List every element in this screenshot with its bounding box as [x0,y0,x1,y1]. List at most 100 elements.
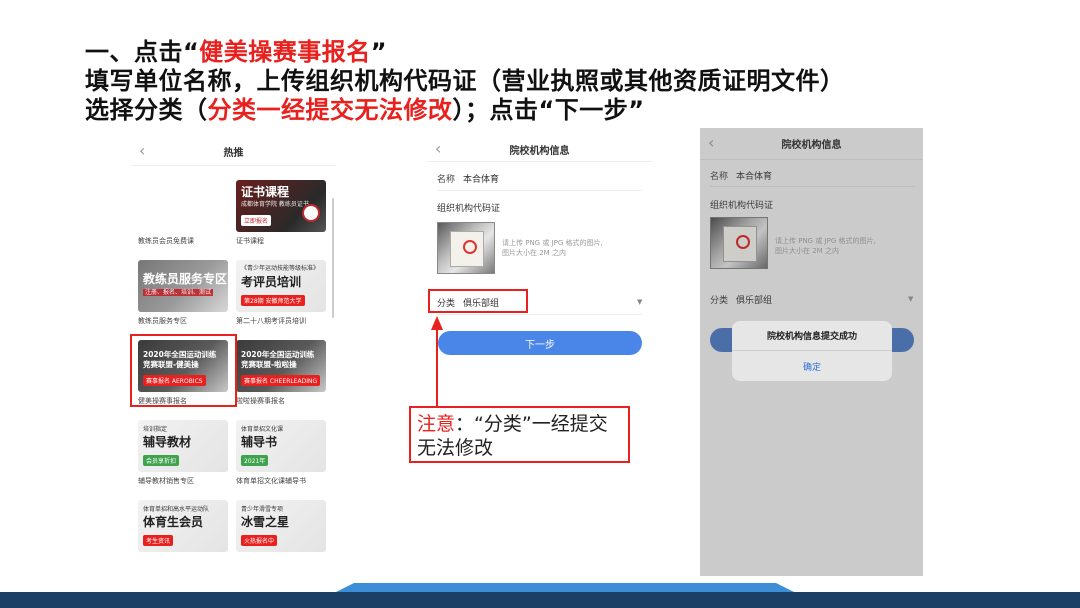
card-tag: 第28期 安徽师范大学 [241,295,305,306]
card-tag: 立即报名 [241,215,272,226]
card-title: 证书课程 [241,185,290,199]
heading-text: 一、点击“ [85,38,200,66]
code-label: 组织机构代码证 [437,204,501,214]
card-title: 教练员服务专区 [143,272,228,286]
heading-highlight: 健美操赛事报名 [199,38,371,66]
highlight-box-category [428,289,528,313]
category-select: 分类 俱乐部组 [710,293,772,306]
divider [437,190,642,191]
card-textbooks[interactable]: 培训指定 辅导教材 会员享折扣 [138,420,228,472]
card-coach-service[interactable]: 教练员服务专区 注册、报名、培训、测试 [138,260,228,312]
card-subtitle: 成都体育学院 教练员证书 [241,201,309,208]
confirm-button[interactable]: 确定 [732,351,892,381]
grid-cell: 教练员服务专区 注册、报名、培训、测试 教练员服务专区 [138,260,228,326]
grid-cell: 证书课程 成都体育学院 教练员证书 立即报名 证书课程 [236,180,326,246]
card-caption: 体育单招文化课辅导书 [236,477,306,485]
card-title: 辅导书 [241,435,278,449]
highlight-box-aerobics [130,334,237,407]
nav-bar: ‹ 院校机构信息 [700,128,923,160]
grid-cell: 青少年滑雪专项 冰雪之星 火热报名中 [236,500,326,552]
instruction-heading: 一、点击“健美操赛事报名” 填写单位名称，上传组织机构代码证（营业执照或其他资质… [85,38,1045,125]
heading-text: ” [370,38,388,66]
success-dialog: 院校机构信息提交成功 确定 [732,321,892,381]
upload-hint-1: 请上传 PNG 或 JPG 格式的图片, [502,239,603,247]
page-title: 热推 [223,148,244,159]
divider [437,314,642,315]
dialog-title: 院校机构信息提交成功 [732,321,892,351]
uploaded-certificate-thumbnail[interactable] [437,222,495,274]
card-subtitle: 注册、报名、培训、测试 [143,289,214,296]
card-subtitle: 青少年滑雪专项 [241,506,284,513]
heading-text: 选择分类（ [85,96,208,124]
card-title: 教练员会员 免费课 [143,185,204,213]
chevron-left-icon[interactable]: ‹ [708,133,714,152]
card-tutoring-books[interactable]: 体育单招文化课 辅导书 2021年 [236,420,326,472]
card-certificate-course[interactable]: 证书课程 成都体育学院 教练员证书 立即报名 [236,180,326,232]
card-examiner-training[interactable]: 《青少年运动技能等级标准》 考评员培训 第28期 安徽师范大学 [236,260,326,312]
grid-cell: 《青少年运动技能等级标准》 考评员培训 第28期 安徽师范大学 第二十八期考评员… [236,260,326,326]
card-caption: 第二十八期考评员培训 [236,317,306,325]
card-subtitle: 体育单招和高水平运动队 [143,506,210,513]
upload-hint-2: 图片大小在 2M 之内 [775,247,839,255]
name-value: 本合体育 [463,175,500,185]
athlete-image [200,192,224,228]
heading-highlight: 分类一经提交无法修改 [207,96,453,124]
card-title: 2020年全国运动训练 竞赛联盟-啦啦操 [241,350,315,369]
card-tag: 赛事报名 CHEERLEADING [241,375,321,386]
certificate-image [723,226,757,262]
card-tag: 会员享折扣 [143,455,180,466]
name-value: 本合体育 [736,172,773,182]
name-row: 名称 本合体育 [710,169,772,182]
grid-cell: 2020年全国运动训练 竞赛联盟-啦啦操 赛事报名 CHEERLEADING 啦… [236,340,326,406]
note-text-2: 无法修改 [417,437,494,459]
card-caption: 教练员会员免费课 [138,237,194,245]
card-subtitle: 体育单招文化课 [241,426,284,433]
card-snow-star[interactable]: 青少年滑雪专项 冰雪之星 火热报名中 [236,500,326,552]
name-row[interactable]: 名称 本合体育 [437,172,499,185]
card-title: 辅导教材 [143,435,192,449]
card-caption: 证书课程 [236,237,264,245]
card-title: 体育生会员 [143,515,204,529]
chevron-left-icon[interactable]: ‹ [435,139,441,158]
scrollbar[interactable] [332,198,334,318]
card-student-member[interactable]: 体育单招和高水平运动队 体育生会员 考生资讯 [138,500,228,552]
heading-line-2: 填写单位名称，上传组织机构代码证（营业执照或其他资质证明文件） [85,67,845,95]
university-seal-icon [302,204,320,222]
card-caption: 啦啦操赛事报名 [236,397,285,405]
footer-band [0,592,1080,608]
card-subtitle: 《青少年运动技能等级标准》 [241,265,320,272]
page-title: 院校机构信息 [781,140,842,151]
divider [710,186,915,187]
note-text-1: ：“分类”一经提交 [455,413,608,435]
nav-bar: ‹ 院校机构信息 [427,138,652,162]
grid-cell: 培训指定 辅导教材 会员享折扣 辅导教材销售专区 [138,420,228,486]
nav-bar: ‹ 热推 [131,138,336,166]
chevron-left-icon[interactable]: ‹ [139,141,145,160]
uploaded-certificate-thumbnail [710,217,768,269]
name-label: 名称 [710,172,729,182]
card-subtitle: 培训指定 [143,426,168,433]
certificate-image [450,231,484,267]
category-label: 分类 [710,296,729,306]
card-title: 考评员培训 [241,275,302,289]
category-value: 俱乐部组 [736,296,773,306]
card-tag: 火热报名中 [241,535,278,546]
card-subtitle: 专家授课 职业提升 [143,215,193,222]
chevron-down-icon[interactable]: ▼ [637,298,642,306]
chevron-down-icon: ▼ [908,295,914,303]
card-tag: 考生资讯 [143,535,174,546]
card-caption: 辅导教材销售专区 [138,477,194,485]
next-step-button[interactable]: 下一步 [438,331,642,355]
name-label: 名称 [437,175,456,185]
grid-cell: 教练员会员 免费课 专家授课 职业提升 教练员会员免费课 [138,180,228,246]
upload-hint-2: 图片大小在 2M 之内 [502,249,566,257]
arrow-up-icon [431,316,443,330]
card-coach-member-course[interactable]: 教练员会员 免费课 专家授课 职业提升 [138,180,228,232]
heading-line-1: 一、点击“健美操赛事报名” [85,38,1045,67]
page-title: 院校机构信息 [509,146,570,157]
grid-cell: 体育单招和高水平运动队 体育生会员 考生资讯 [138,500,228,552]
card-cheerleading-registration[interactable]: 2020年全国运动训练 竞赛联盟-啦啦操 赛事报名 CHEERLEADING [236,340,326,392]
submit-success-screen: ‹ 院校机构信息 名称 本合体育 组织机构代码证 请上传 PNG 或 JPG 格式… [700,128,923,576]
code-label: 组织机构代码证 [710,201,774,211]
upload-hint-1: 请上传 PNG 或 JPG 格式的图片, [775,237,876,245]
